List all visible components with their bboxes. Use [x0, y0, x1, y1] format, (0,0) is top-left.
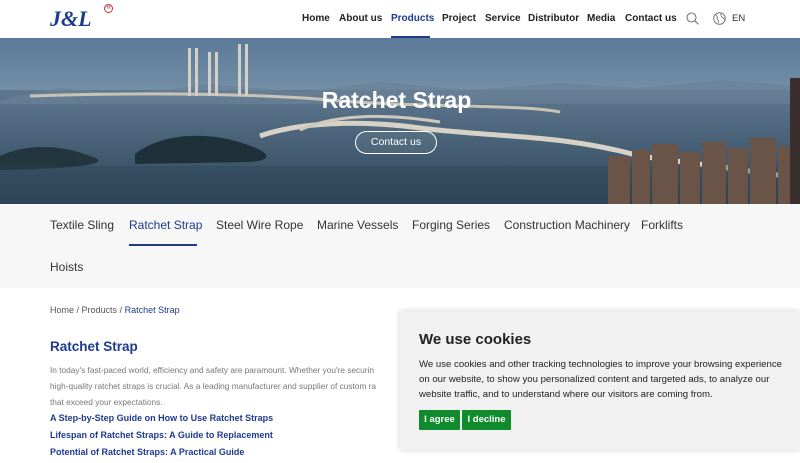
intro-line: high-quality ratchet straps is crucial. … [50, 381, 377, 391]
tab-forklifts[interactable]: Forklifts [641, 218, 683, 232]
page-title: Ratchet Strap [50, 339, 138, 354]
nav-distributor[interactable]: Distributor [528, 13, 579, 24]
hero-title: Ratchet Strap [321, 87, 472, 113]
article-links: A Step-by-Step Guide on How to Use Ratch… [50, 412, 273, 463]
breadcrumb-current: Ratchet Strap [124, 305, 180, 315]
breadcrumb-home[interactable]: Home [50, 305, 74, 315]
site-header: J&L R Home About us Products Project Ser… [0, 0, 800, 38]
tab-hoists[interactable]: Hoists [50, 260, 83, 274]
search-icon[interactable] [686, 12, 699, 25]
logo[interactable]: J&L [50, 6, 92, 32]
nav-products[interactable]: Products [391, 13, 434, 24]
hero-banner: Ratchet Strap Contact us [0, 38, 800, 204]
tab-textile-sling[interactable]: Textile Sling [50, 218, 114, 232]
bridge-sea-image [0, 38, 800, 204]
tab-steel-wire-rope[interactable]: Steel Wire Rope [216, 218, 303, 232]
tab-forging-series[interactable]: Forging Series [412, 218, 490, 232]
breadcrumb-separator: / [117, 305, 125, 315]
nav-media[interactable]: Media [587, 13, 615, 24]
tab-active-indicator [129, 244, 197, 246]
breadcrumb-separator: / [74, 305, 82, 315]
article-link[interactable]: Potential of Ratchet Straps: A Practical… [50, 446, 273, 463]
intro-line: that exceed your expectations. [50, 397, 163, 407]
nav-service[interactable]: Service [485, 13, 521, 24]
nav-about-us[interactable]: About us [339, 13, 382, 24]
nav-contact-us[interactable]: Contact us [625, 13, 677, 24]
hero-contact-button[interactable]: Contact us [355, 131, 437, 154]
breadcrumb: Home / Products / Ratchet Strap [50, 305, 180, 315]
cookie-title: We use cookies [419, 331, 532, 348]
nav-home[interactable]: Home [302, 13, 330, 24]
article-link[interactable]: Lifespan of Ratchet Straps: A Guide to R… [50, 429, 273, 446]
registered-mark: R [104, 4, 113, 13]
tab-ratchet-strap[interactable]: Ratchet Strap [129, 218, 202, 232]
nav-project[interactable]: Project [442, 13, 476, 24]
tab-construction-machinery[interactable]: Construction Machinery [504, 218, 630, 232]
language-selector[interactable]: EN [732, 13, 745, 24]
intro-text: In today's fast-paced world, efficiency … [50, 362, 402, 410]
globe-icon[interactable] [713, 12, 726, 25]
tab-marine-vessels[interactable]: Marine Vessels [317, 218, 398, 232]
article-link[interactable]: A Step-by-Step Guide on How to Use Ratch… [50, 412, 273, 429]
product-category-tabs: Textile Sling Ratchet Strap Steel Wire R… [0, 204, 800, 288]
intro-line: In today's fast-paced world, efficiency … [50, 365, 374, 375]
cookie-text: We use cookies and other tracking techno… [419, 359, 782, 400]
breadcrumb-products[interactable]: Products [82, 305, 118, 315]
cookie-agree-button[interactable]: I agree [419, 410, 460, 430]
cookie-decline-button[interactable]: I decline [462, 410, 511, 430]
cookie-banner: We use cookies We use cookies and other … [400, 311, 800, 450]
